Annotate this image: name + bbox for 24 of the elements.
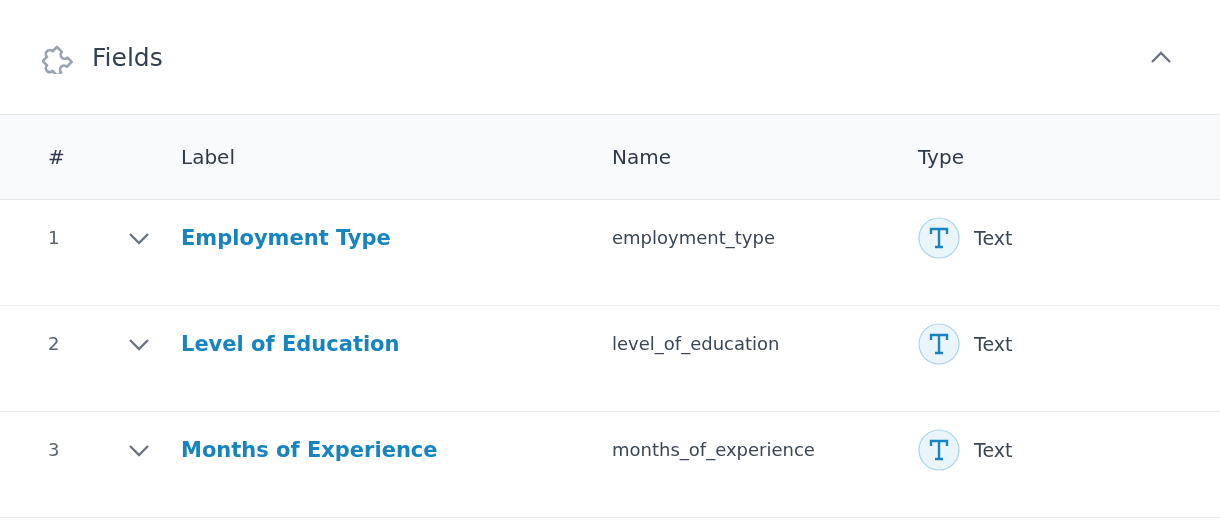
field-type: Text (974, 227, 1013, 249)
column-header: Label (181, 145, 235, 169)
field-name: level_of_education (612, 332, 781, 357)
text-type-icon (918, 323, 960, 365)
field-name: months_of_experience (612, 438, 816, 463)
field-name: employment_type (612, 226, 776, 251)
panel-title: Fields (92, 42, 164, 72)
field-label-link[interactable]: Level of Education (181, 330, 612, 358)
field-type: Text (974, 439, 1013, 461)
field-label-link[interactable]: Employment Type (181, 224, 612, 252)
column-header: Name (612, 145, 671, 169)
row-number: 1 (48, 226, 60, 250)
field-label-link[interactable]: Months of Experience (181, 436, 612, 464)
chevron-down-icon (128, 231, 150, 245)
row-number: 2 (48, 332, 60, 356)
field-type: Text (974, 333, 1013, 355)
chevron-down-icon (128, 337, 150, 351)
column-header: Type (918, 145, 964, 169)
text-type-icon (918, 429, 960, 471)
chevron-down-icon (128, 443, 150, 457)
chevron-up-icon (1150, 50, 1172, 64)
text-type-icon (918, 217, 960, 259)
column-header: # (48, 145, 65, 169)
row-number: 3 (48, 438, 60, 462)
